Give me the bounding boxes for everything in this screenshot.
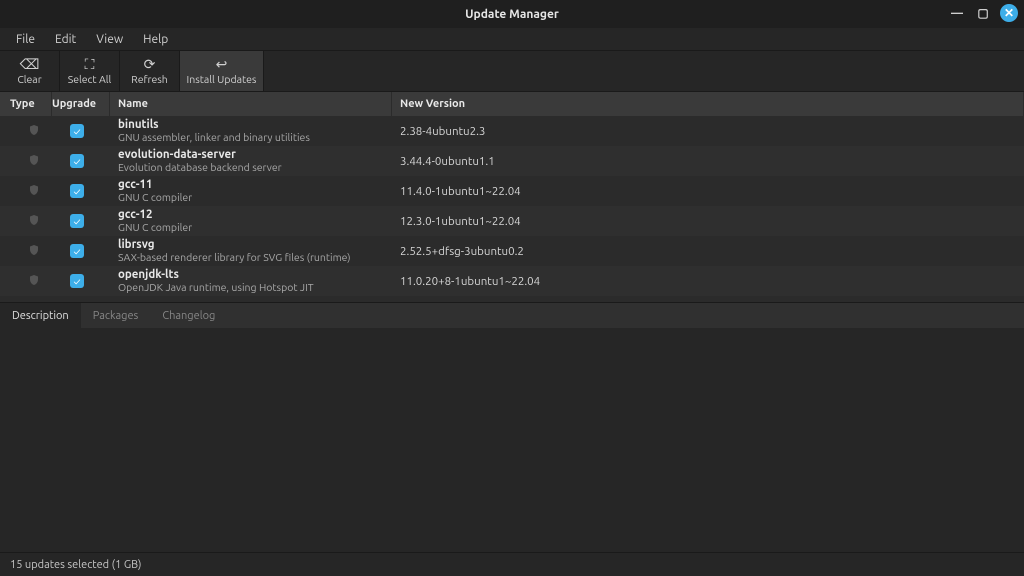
package-name-cell: librsvgSAX-based renderer library for SV… (110, 238, 392, 264)
shield-icon (28, 187, 40, 200)
shield-icon (28, 157, 40, 170)
toolbar: ⌫ Clear ⛶ Select All ⟳ Refresh ↩ Install… (0, 50, 1024, 92)
package-name: binutils (118, 118, 392, 131)
detail-pane (0, 328, 1024, 552)
shield-icon (28, 277, 40, 290)
table-row[interactable]: ✓ librsvgSAX-based renderer library for S… (0, 236, 1024, 266)
package-name-cell: openjdk-ltsOpenJDK Java runtime, using H… (110, 268, 392, 294)
package-version: 2.38-4ubuntu2.3 (392, 125, 1024, 138)
table-row[interactable]: ✓ gcc-11GNU C compiler11.4.0-1ubuntu1~22.… (0, 176, 1024, 206)
header-version[interactable]: New Version (392, 92, 1024, 116)
tab-changelog[interactable]: Changelog (150, 303, 227, 328)
tab-packages[interactable]: Packages (81, 303, 151, 328)
header-upgrade[interactable]: Upgrade (52, 92, 110, 116)
package-description: GNU C compiler (118, 221, 392, 234)
package-name: gcc-12 (118, 208, 392, 221)
refresh-label: Refresh (131, 73, 168, 85)
status-bar: 15 updates selected (1 GB) (0, 552, 1024, 576)
select-all-icon: ⛶ (85, 57, 95, 71)
refresh-icon: ⟳ (144, 57, 156, 71)
header-type[interactable]: Type (0, 92, 52, 116)
maximize-button[interactable]: ▢ (974, 4, 992, 22)
window-controls: — ▢ ✕ (948, 4, 1018, 22)
header-name[interactable]: Name (110, 92, 392, 116)
clear-button[interactable]: ⌫ Clear (0, 51, 60, 91)
package-name-cell: gcc-11GNU C compiler (110, 178, 392, 204)
package-version: 12.3.0-1ubuntu1~22.04 (392, 215, 1024, 228)
menu-edit[interactable]: Edit (45, 31, 86, 48)
shield-icon (28, 247, 40, 260)
table-row[interactable]: ✓ gcc-12GNU C compiler12.3.0-1ubuntu1~22.… (0, 206, 1024, 236)
table-row[interactable]: ✓ openjdk-ltsOpenJDK Java runtime, using … (0, 266, 1024, 296)
menubar: File Edit View Help (0, 28, 1024, 50)
upgrade-checkbox[interactable]: ✓ (70, 244, 84, 258)
select-all-button[interactable]: ⛶ Select All (60, 51, 120, 91)
upgrade-checkbox[interactable]: ✓ (70, 214, 84, 228)
table-row[interactable]: ✓ binutilsGNU assembler, linker and binar… (0, 116, 1024, 146)
clear-label: Clear (17, 73, 41, 85)
menu-view[interactable]: View (86, 31, 133, 48)
package-description: OpenJDK Java runtime, using Hotspot JIT (118, 281, 392, 294)
install-icon: ↩ (216, 57, 228, 71)
upgrade-checkbox[interactable]: ✓ (70, 124, 84, 138)
minimize-button[interactable]: — (948, 4, 966, 22)
upgrade-checkbox[interactable]: ✓ (70, 184, 84, 198)
table-row[interactable]: ✓ evolution-data-serverEvolution database… (0, 146, 1024, 176)
package-list[interactable]: ✓ binutilsGNU assembler, linker and binar… (0, 116, 1024, 302)
package-name: librsvg (118, 238, 392, 251)
close-button[interactable]: ✕ (1000, 4, 1018, 22)
titlebar: Update Manager — ▢ ✕ (0, 0, 1024, 28)
package-version: 11.0.20+8-1ubuntu1~22.04 (392, 275, 1024, 288)
select-all-label: Select All (68, 73, 112, 85)
package-name: gcc-11 (118, 178, 392, 191)
install-updates-button[interactable]: ↩ Install Updates (180, 51, 264, 91)
package-name: openjdk-lts (118, 268, 392, 281)
refresh-button[interactable]: ⟳ Refresh (120, 51, 180, 91)
package-description: GNU assembler, linker and binary utiliti… (118, 131, 392, 144)
package-name-cell: evolution-data-serverEvolution database … (110, 148, 392, 174)
detail-tabs: Description Packages Changelog (0, 302, 1024, 328)
shield-icon (28, 217, 40, 230)
upgrade-checkbox[interactable]: ✓ (70, 154, 84, 168)
package-version: 11.4.0-1ubuntu1~22.04 (392, 185, 1024, 198)
window-title: Update Manager (465, 8, 559, 21)
package-description: GNU C compiler (118, 191, 392, 204)
package-name: evolution-data-server (118, 148, 392, 161)
status-text: 15 updates selected (1 GB) (10, 559, 141, 571)
shield-icon (28, 127, 40, 140)
tab-description[interactable]: Description (0, 303, 81, 328)
menu-file[interactable]: File (6, 31, 45, 48)
menu-help[interactable]: Help (133, 31, 178, 48)
package-version: 3.44.4-0ubuntu1.1 (392, 155, 1024, 168)
clear-icon: ⌫ (20, 57, 40, 71)
package-version: 2.52.5+dfsg-3ubuntu0.2 (392, 245, 1024, 258)
install-label: Install Updates (187, 73, 257, 85)
package-description: SAX-based renderer library for SVG files… (118, 251, 392, 264)
package-name-cell: gcc-12GNU C compiler (110, 208, 392, 234)
package-description: Evolution database backend server (118, 161, 392, 174)
package-name-cell: binutilsGNU assembler, linker and binary… (110, 118, 392, 144)
upgrade-checkbox[interactable]: ✓ (70, 274, 84, 288)
table-header: Type Upgrade Name New Version (0, 92, 1024, 116)
